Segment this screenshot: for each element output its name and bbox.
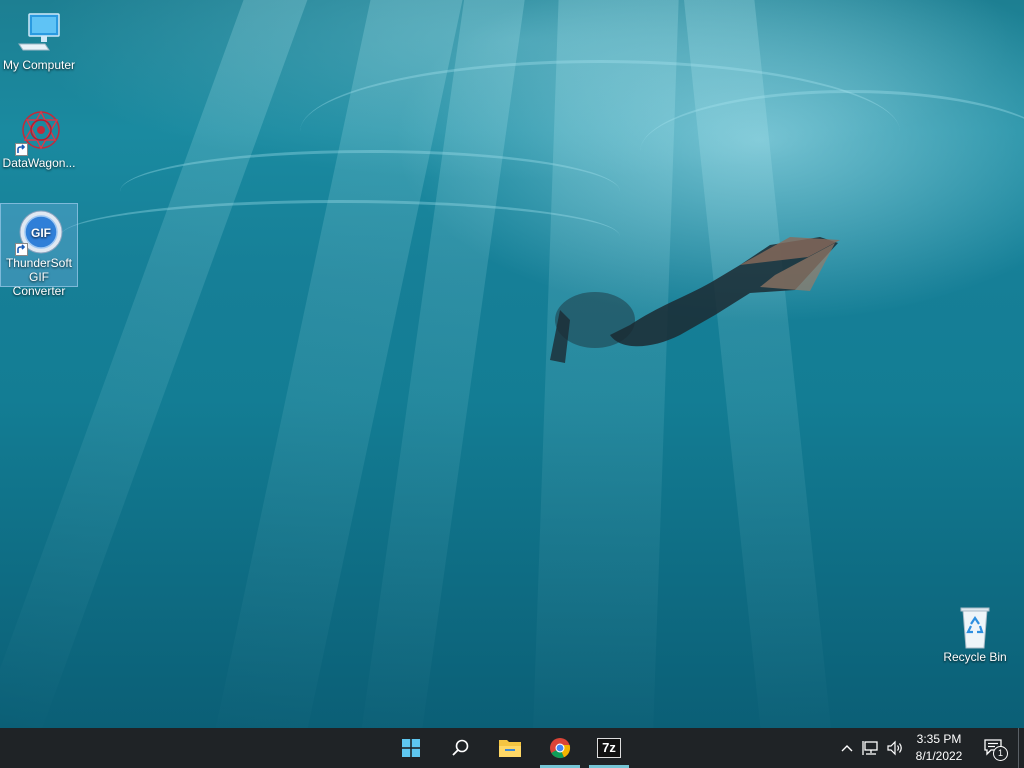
shortcut-arrow-icon [15, 243, 28, 256]
chrome-button[interactable] [540, 728, 580, 768]
desktop-icon-label: DataWagon... [2, 156, 76, 170]
7zip-icon-text: 7z [602, 740, 616, 755]
desktop-icon-my-computer[interactable]: My Computer [1, 6, 77, 76]
desktop-icon-label-line2: GIF Converter [12, 270, 66, 298]
7zip-button[interactable]: 7z [589, 728, 629, 768]
chrome-icon [550, 738, 571, 759]
notification-icon: 1 [983, 738, 1008, 761]
datawagon-icon [15, 108, 63, 156]
desktop-icon-label: Recycle Bin [943, 650, 1007, 664]
desktop-icon-thundersoft-gif-converter[interactable]: GIF ThunderSoft GIF Converter [0, 203, 78, 298]
desktop-icon-label: My Computer [2, 58, 76, 72]
clock-time: 3:35 PM [916, 732, 962, 746]
network-tray-button[interactable] [861, 728, 881, 768]
folder-icon [499, 740, 521, 757]
clock[interactable]: 3:35 PM 8/1/2022 [906, 731, 972, 765]
volume-tray-button[interactable] [884, 728, 906, 768]
taskbar: 7z 3:35 PM 8/1/2022 1 [0, 728, 1024, 768]
show-desktop-divider [1018, 728, 1019, 768]
gif-converter-icon: GIF [15, 208, 63, 256]
network-icon [862, 741, 878, 755]
freediver-silhouette [550, 237, 840, 363]
desktop-icon-label-line1: ThunderSoft [5, 256, 73, 270]
surface-wave [60, 200, 620, 273]
chevron-up-icon [841, 745, 853, 752]
desktop-icon-datawagon[interactable]: DataWagon... [1, 104, 77, 176]
windows-logo-icon [402, 739, 420, 757]
search-button[interactable] [440, 728, 480, 768]
clock-date: 8/1/2022 [915, 749, 963, 763]
start-button[interactable] [391, 728, 431, 768]
show-hidden-icons-button[interactable] [838, 728, 856, 768]
file-explorer-button[interactable] [490, 728, 530, 768]
desktop-wallpaper: My Computer DataWagon... GIF ThunderSoft… [0, 0, 1024, 728]
notification-center-button[interactable]: 1 [979, 728, 1009, 768]
7zip-icon: 7z [597, 738, 621, 758]
computer-icon [15, 10, 63, 58]
notification-count-badge: 1 [993, 746, 1008, 761]
search-icon [452, 739, 469, 756]
desktop-icon-recycle-bin[interactable]: Recycle Bin [937, 598, 1013, 670]
shortcut-arrow-icon [15, 143, 28, 156]
volume-icon [887, 740, 902, 756]
gif-badge-text: GIF [31, 226, 51, 240]
recycle-bin-icon [951, 602, 999, 650]
